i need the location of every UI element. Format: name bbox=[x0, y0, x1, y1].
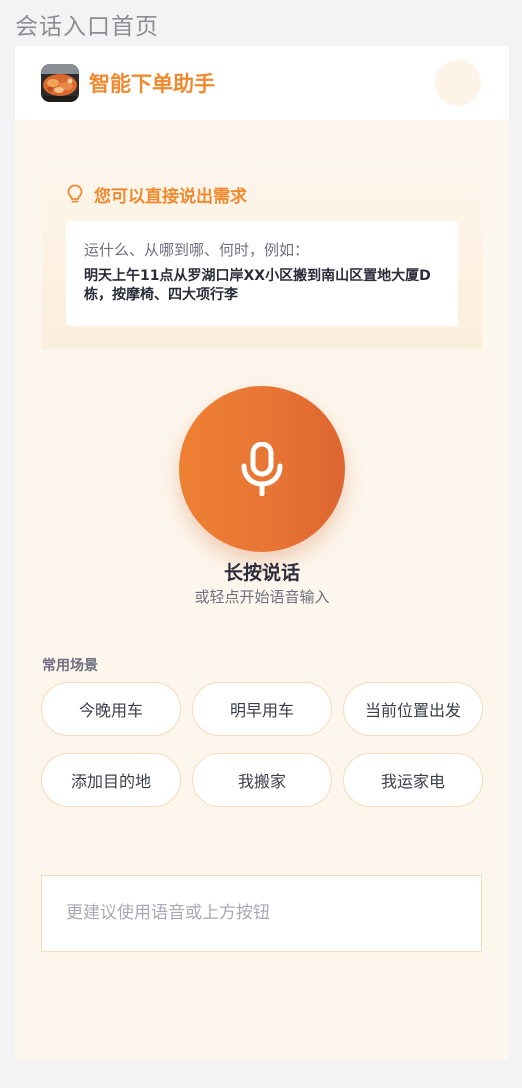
app-container: 智能下单助手 您可以直接说出需求 运什么、从哪到哪、何时，例如： 明天上午11点… bbox=[15, 46, 509, 1060]
scene-chip-appliances[interactable]: 我运家电 bbox=[343, 753, 483, 807]
voice-tap-hint: 或轻点开始语音输入 bbox=[194, 588, 330, 606]
lightbulb-icon bbox=[67, 184, 83, 203]
message-input[interactable] bbox=[66, 901, 456, 925]
scene-chips: 今晚用车 明早用车 当前位置出发 添加目的地 我搬家 我运家电 bbox=[41, 682, 483, 808]
scene-chip-add-destination[interactable]: 添加目的地 bbox=[41, 753, 181, 807]
microphone-icon bbox=[241, 442, 283, 496]
header-action-button[interactable] bbox=[435, 60, 481, 106]
app-title: 智能下单助手 bbox=[89, 72, 215, 96]
tip-card: 您可以直接说出需求 运什么、从哪到哪、何时，例如： 明天上午11点从罗湖口岸XX… bbox=[42, 158, 482, 349]
voice-record-button[interactable] bbox=[179, 386, 345, 552]
voice-hold-label: 长按说话 bbox=[223, 562, 300, 584]
app-logo bbox=[41, 64, 79, 102]
tip-header: 您可以直接说出需求 bbox=[66, 182, 247, 207]
scene-chip-tomorrow-morning[interactable]: 明早用车 bbox=[192, 682, 332, 736]
example-box: 运什么、从哪到哪、何时，例如： 明天上午11点从罗湖口岸XX小区搬到南山区置地大… bbox=[66, 221, 458, 326]
page-label: 会话入口首页 bbox=[15, 14, 159, 40]
tip-title: 您可以直接说出需求 bbox=[94, 186, 247, 207]
scene-chip-moving[interactable]: 我搬家 bbox=[192, 753, 332, 807]
example-text: 明天上午11点从罗湖口岸XX小区搬到南山区置地大厦D栋，按摩椅、四大项行李 bbox=[84, 268, 431, 303]
app-header: 智能下单助手 bbox=[15, 46, 509, 120]
food-photo-logo-icon bbox=[41, 64, 79, 102]
text-input-box[interactable] bbox=[41, 875, 482, 952]
scenes-title: 常用场景 bbox=[42, 658, 98, 674]
example-intro: 运什么、从哪到哪、何时，例如： bbox=[84, 241, 310, 259]
scene-chip-current-location[interactable]: 当前位置出发 bbox=[343, 682, 483, 736]
scene-chip-tonight[interactable]: 今晚用车 bbox=[41, 682, 181, 736]
